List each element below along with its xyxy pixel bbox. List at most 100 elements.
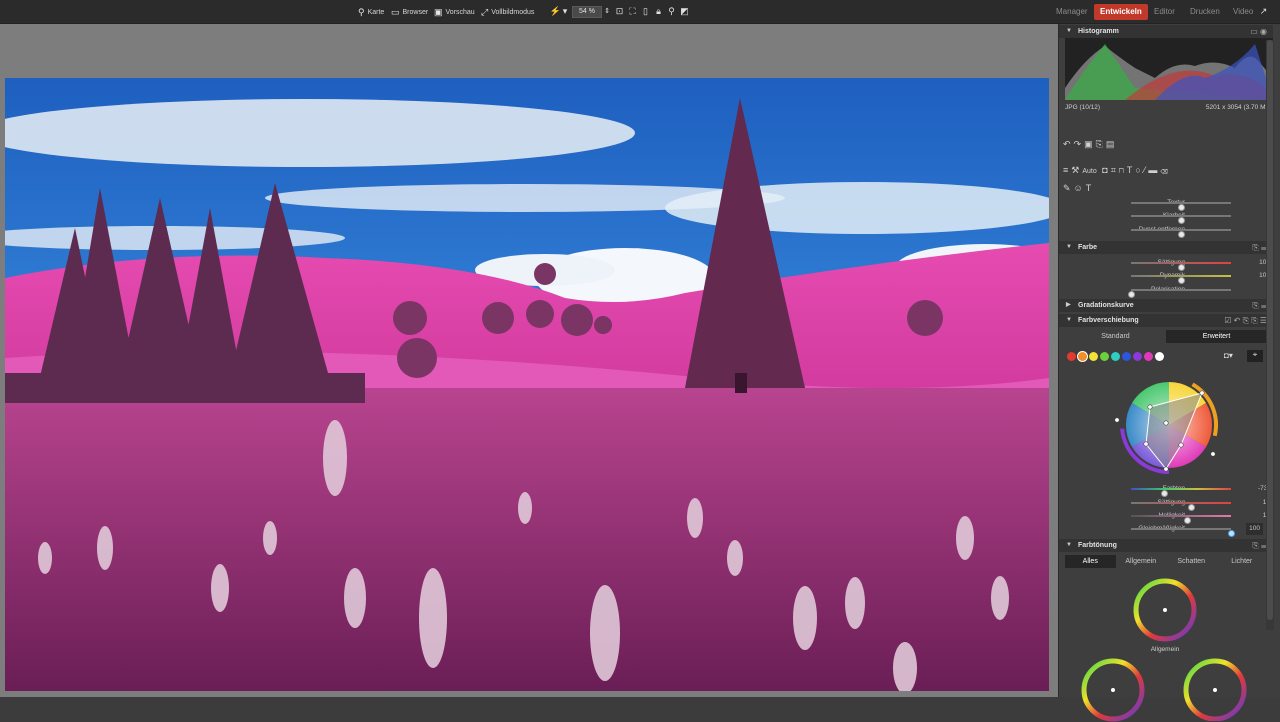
save-icon[interactable]: ▤ (1106, 139, 1118, 149)
snapshot-icon[interactable]: ▣ (1084, 139, 1096, 149)
file-dimensions-label: 5201 x 3054 (3.70 MB) (1205, 104, 1272, 111)
zoom-input[interactable]: 54 % (572, 6, 602, 18)
module-drucken[interactable]: Drucken (1184, 4, 1226, 20)
circle-icon[interactable]: ○ (1135, 165, 1143, 175)
wand-icon[interactable]: ⚒ (1071, 165, 1082, 175)
section-farbe[interactable]: ▼ Farbe ⎘ ☰ (1059, 241, 1273, 254)
slider-thumb[interactable] (1178, 231, 1185, 238)
image-icon: ▣ (434, 6, 443, 17)
toning-wheel-schatten[interactable] (1081, 658, 1145, 722)
color-swatch[interactable] (1067, 352, 1076, 361)
map-pin-icon: ⚲ (358, 6, 365, 17)
section-farbtoenung[interactable]: ▼ Farbtönung ⎘ ☰ (1059, 539, 1273, 552)
color-swatch[interactable] (1100, 352, 1109, 361)
color-swatch[interactable] (1122, 352, 1131, 361)
photo-canvas[interactable] (5, 78, 1049, 691)
tools-toolbar: ≡⚒Auto ◘⌗⊓T○⁄▬⌫ (1063, 164, 1171, 176)
crop-icon[interactable]: ⌗ (1111, 165, 1119, 175)
collapse-triangle-icon: ▼ (1066, 28, 1072, 34)
slider-dunst[interactable]: Dunst entfernen 0 (1059, 224, 1273, 238)
camera-icon[interactable]: ◘ (1102, 165, 1110, 175)
one-to-one-icon[interactable]: ⊡ (613, 5, 626, 18)
section-farbverschiebung[interactable]: ▼ Farbverschiebung ☑ ↶ ⎘ ⎘ ☰ (1059, 314, 1273, 327)
chevron-down-icon[interactable]: ▾ (561, 5, 569, 18)
compare-icon[interactable]: ▯ (639, 5, 652, 18)
histogram-graph (1065, 38, 1273, 100)
image-workspace[interactable] (0, 24, 1058, 697)
module-entwickeln[interactable]: Entwickeln (1094, 4, 1148, 20)
slider-saettigung[interactable]: Sättigung 100 (1059, 257, 1273, 271)
section-menu-icon[interactable]: ⎘ ☰ (1252, 539, 1267, 552)
loupe-icon[interactable]: ⚲ (665, 5, 678, 18)
tab-erweitert[interactable]: Erweitert (1166, 330, 1267, 343)
section-histogram[interactable]: ▼ Histogramm ▭ ◉ (1059, 25, 1273, 38)
folder-icon: ▭ (391, 6, 400, 17)
farbtoenung-tabs: Alles Allgemein Schatten Lichter (1065, 555, 1267, 568)
toning-wheel-label: Allgemein (1150, 646, 1180, 653)
color-swatches (1067, 352, 1164, 362)
expand-triangle-icon: ▶ (1066, 302, 1071, 308)
slider-textur[interactable]: Textur 0 (1059, 197, 1273, 211)
highlight-warning-icon[interactable]: ◩ (678, 5, 691, 18)
toning-wheel-allgemein[interactable] (1133, 578, 1197, 642)
color-swatch[interactable] (1078, 352, 1087, 361)
color-swatch[interactable] (1155, 352, 1164, 361)
tab-allgemein[interactable]: Allgemein (1116, 555, 1167, 568)
browser-button[interactable]: ▭ Browser (391, 0, 428, 24)
module-video[interactable]: Video (1227, 4, 1259, 20)
auto-button[interactable]: Auto (1082, 168, 1096, 175)
tab-schatten[interactable]: Schatten (1166, 555, 1217, 568)
slider-polarisation[interactable]: Polarisation 0 (1059, 284, 1273, 298)
fullscreen-button[interactable]: ⤢ Vollbildmodus (481, 0, 534, 24)
develop-panel: ▼ Histogramm ▭ ◉ JPG (10/12) 5201 x 3054… (1058, 24, 1280, 722)
slider-gleichmaessigkeit[interactable]: Gleichmäßigkeit 100 (1059, 523, 1273, 537)
color-swatch[interactable] (1111, 352, 1120, 361)
section-menu-icon[interactable]: ⎘ ☰ (1252, 241, 1267, 254)
fit-icon[interactable]: ⛶ (626, 5, 639, 18)
tab-standard[interactable]: Standard (1065, 330, 1166, 343)
slider-thumb[interactable] (1178, 217, 1185, 224)
module-editor[interactable]: Editor (1148, 4, 1181, 20)
gradient-icon[interactable]: ▬ (1148, 165, 1160, 175)
histogram-options-icon[interactable]: ▭ ◉ (1250, 25, 1267, 38)
lock-icon[interactable]: 🔒︎ (652, 5, 665, 18)
redo-icon[interactable]: ↷ (1074, 139, 1085, 149)
color-swatch[interactable] (1144, 352, 1153, 361)
color-swatch[interactable] (1089, 352, 1098, 361)
slider-thumb[interactable] (1178, 277, 1185, 284)
color-shift-wheel[interactable] (1114, 370, 1224, 480)
toning-wheel-lichter[interactable] (1183, 658, 1247, 721)
slider-thumb[interactable] (1128, 291, 1135, 298)
section-tools-icon[interactable]: ☑ ↶ ⎘ ⎘ ☰ (1224, 314, 1267, 327)
slider-dynamik[interactable]: Dynamik 100 (1059, 270, 1273, 284)
preview-button[interactable]: ▣ Vorschau (434, 0, 475, 24)
history-toolbar: ↶↷▣⎘▤ (1063, 138, 1117, 150)
slider-helligkeit[interactable]: Helligkeit 12 (1059, 510, 1273, 524)
file-format-label: JPG (10/12) (1065, 104, 1101, 111)
slider-thumb[interactable] (1161, 490, 1168, 497)
tab-lichter[interactable]: Lichter (1217, 555, 1268, 568)
picker-icon[interactable]: ⌖ (1247, 350, 1263, 362)
undo-icon[interactable]: ↶ (1063, 139, 1074, 149)
fullscreen-icon: ⤢ (481, 6, 489, 17)
eraser-icon[interactable]: ⌫ (1160, 165, 1170, 175)
tab-alles[interactable]: Alles (1065, 555, 1116, 568)
slider-farbton[interactable]: Farbton -73° (1059, 483, 1273, 497)
zoom-stepper-icon[interactable]: ⇕ (603, 5, 611, 18)
slider-fv-saettigung[interactable]: Sättigung 19 (1059, 497, 1273, 511)
module-manager[interactable]: Manager (1050, 4, 1094, 20)
text-tool-icon[interactable]: T (1086, 183, 1095, 193)
copy-settings-icon[interactable]: ⎘ (1096, 139, 1106, 149)
color-swatch[interactable] (1133, 352, 1142, 361)
face-icon[interactable]: ☺ (1074, 183, 1086, 193)
section-menu-icon[interactable]: ⎘ ☰ (1252, 299, 1267, 312)
slider-thumb[interactable] (1228, 530, 1235, 537)
external-link-icon[interactable]: ↗ (1257, 5, 1270, 18)
map-view-button[interactable]: ⚲ Karte (358, 0, 384, 24)
section-gradationskurve[interactable]: ▶ Gradationskurve ⎘ ☰ (1059, 299, 1273, 312)
camera-icon[interactable]: ◘▾ (1224, 351, 1233, 360)
perspective-icon[interactable]: ⊓ (1119, 165, 1127, 175)
pipette-icon[interactable]: ✎ (1063, 183, 1074, 193)
slider-klarheit[interactable]: Klarheit 0 (1059, 210, 1273, 224)
panel-scrollbar[interactable] (1266, 40, 1274, 630)
